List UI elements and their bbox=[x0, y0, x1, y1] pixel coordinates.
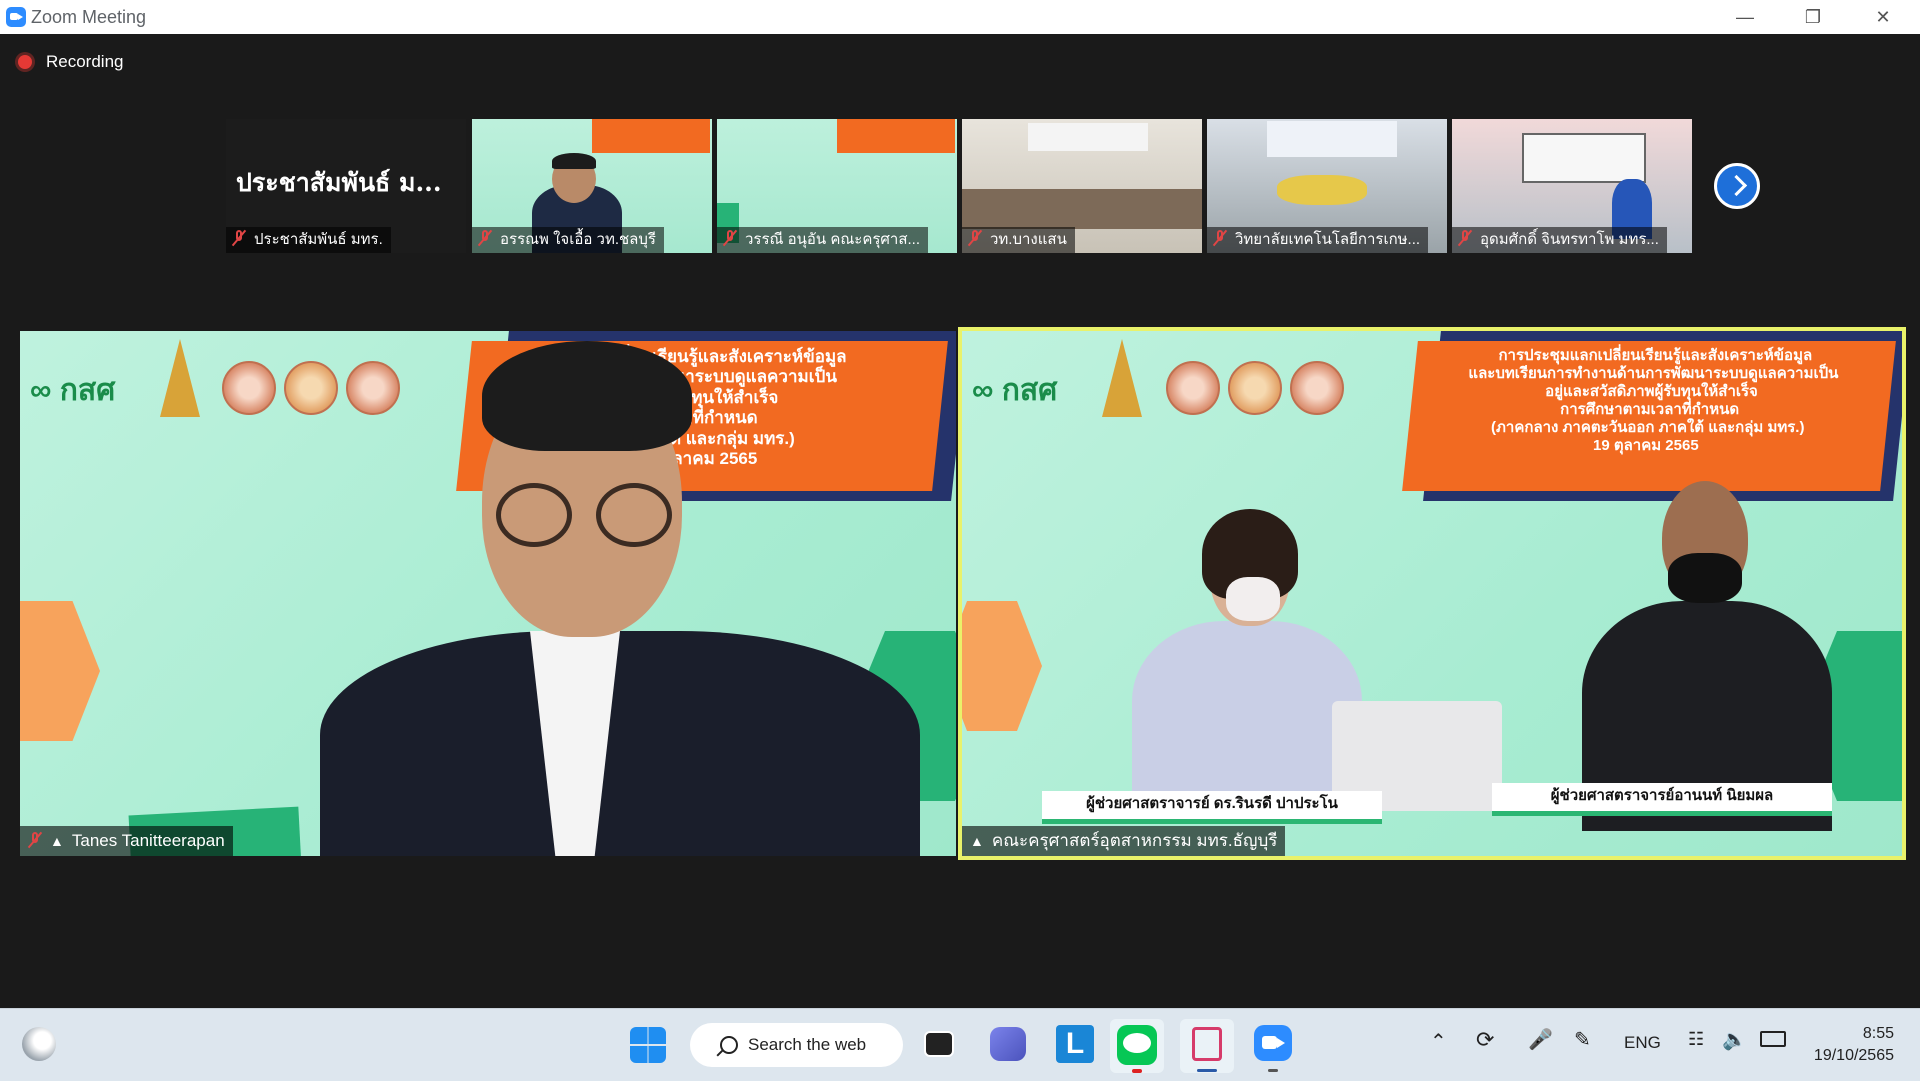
video-tile-left[interactable]: ∞ กสศ การ เปลี่ยนเรียนรู้และสังเคราะห์ข้… bbox=[20, 331, 956, 856]
battery-icon[interactable] bbox=[1760, 1031, 1786, 1047]
participant-name: คณะครุศาสตร์อุตสาหกรรม มทร.ธัญบุรี bbox=[991, 831, 1278, 850]
pen-icon[interactable]: ✎ bbox=[1574, 1027, 1591, 1052]
wifi-icon[interactable]: ☷ bbox=[1688, 1029, 1704, 1050]
participant-name: อุดมศักดิ์ จินทรทาโพ มทร... bbox=[1480, 231, 1659, 248]
seal-icon bbox=[1290, 361, 1344, 415]
clock-date: 19/10/2565 bbox=[1813, 1047, 1894, 1064]
gsf-logo: ∞ กสศ bbox=[30, 374, 116, 407]
pin-icon: ▲ bbox=[970, 833, 984, 849]
line-app-highlight bbox=[1110, 1019, 1164, 1073]
meeting-table bbox=[962, 189, 1202, 229]
emblem-icon bbox=[1102, 339, 1142, 417]
zoom-app-icon bbox=[6, 7, 26, 27]
taskbar: Search the web L ⌃ ⟳ 🎤 ✎ ENG ☷ 🔈 8:55 19… bbox=[0, 1008, 1920, 1081]
person-hair bbox=[482, 341, 692, 451]
snipping-tool-icon[interactable] bbox=[1192, 1027, 1222, 1061]
participant-thumbnail[interactable]: อุดมศักดิ์ จินทรทาโพ มทร... bbox=[1452, 119, 1692, 253]
participant-name: ประชาสัมพันธ์ มทร. bbox=[254, 231, 383, 248]
participant-name: วิทยาลัยเทคโนโลยีการเกษ... bbox=[1235, 231, 1421, 248]
window-title: Zoom Meeting bbox=[31, 7, 147, 27]
video-tile-right[interactable]: ∞ กสศ การประชุมแลกเปลี่ยนเรียนรู้และสังเ… bbox=[958, 327, 1906, 860]
orange-hexagon-shape bbox=[962, 601, 1042, 731]
speaker-name-left: ผู้ช่วยศาสตราจารย์ ดร.รินรดี ปาประโน bbox=[1042, 791, 1382, 824]
participant-display-name: ประชาสัมพันธ์ ม... bbox=[236, 168, 442, 197]
mic-muted-icon bbox=[478, 229, 492, 247]
emblem-icon bbox=[160, 339, 200, 417]
participant-thumbnail[interactable]: อรรณพ ใจเอื้อ วท.ชลบุรี bbox=[472, 119, 712, 253]
participant-label: ▲ คณะครุศาสตร์อุตสาหกรรม มทร.ธัญบุรี bbox=[962, 826, 1286, 856]
person-body bbox=[320, 631, 920, 856]
seal-icon bbox=[222, 361, 276, 415]
seal-icon bbox=[346, 361, 400, 415]
record-icon bbox=[18, 55, 32, 69]
weather-icon[interactable] bbox=[22, 1027, 56, 1061]
participant-name: วท.บางแสน bbox=[990, 231, 1067, 248]
participant-label: ▲ Tanes Tanitteerapan bbox=[20, 826, 233, 856]
participant-name: วรรณี อนุอัน คณะครุศาส... bbox=[745, 231, 921, 248]
zoom-app-icon[interactable] bbox=[1254, 1025, 1292, 1072]
wall-sign bbox=[1028, 123, 1148, 151]
clock-time: 8:55 bbox=[1862, 1025, 1894, 1042]
search-label: Search the web bbox=[748, 1035, 867, 1054]
windows-start-icon[interactable] bbox=[630, 1027, 666, 1063]
microphone-icon[interactable]: 🎤 bbox=[1528, 1027, 1553, 1052]
recording-indicator[interactable]: Recording bbox=[18, 52, 124, 72]
speaker-icon[interactable]: 🔈 bbox=[1722, 1027, 1747, 1052]
seal-icon bbox=[284, 361, 338, 415]
face-mask bbox=[1226, 577, 1280, 621]
snipping-tool-highlight bbox=[1180, 1019, 1234, 1073]
thumbnail-banner bbox=[592, 119, 710, 153]
teams-chat-icon[interactable] bbox=[990, 1027, 1026, 1061]
event-banner: การประชุมแลกเปลี่ยนเรียนรู้และสังเคราะห์… bbox=[1402, 341, 1896, 491]
participant-thumbnail[interactable]: วรรณี อนุอัน คณะครุศาส... bbox=[717, 119, 957, 253]
glasses-lens-right bbox=[596, 483, 672, 547]
mic-muted-icon bbox=[723, 229, 737, 247]
mic-muted-icon bbox=[968, 229, 982, 247]
search-icon bbox=[720, 1036, 738, 1054]
orange-hexagon-shape bbox=[20, 601, 100, 741]
participant-thumbnail[interactable]: วท.บางแสน bbox=[962, 119, 1202, 253]
projector-screen bbox=[1267, 121, 1397, 157]
recording-label: Recording bbox=[46, 52, 124, 71]
next-page-button[interactable] bbox=[1714, 163, 1760, 209]
chevron-up-icon[interactable]: ⌃ bbox=[1430, 1029, 1447, 1054]
mic-muted-icon bbox=[232, 229, 246, 247]
seal-icon bbox=[1166, 361, 1220, 415]
person-hair bbox=[552, 153, 596, 169]
minimize-button[interactable]: — bbox=[1716, 0, 1774, 34]
system-clock[interactable]: 8:55 19/10/2565 bbox=[1800, 1023, 1894, 1067]
table-flowers bbox=[1277, 175, 1367, 205]
task-view-icon[interactable] bbox=[924, 1031, 954, 1057]
l-app-icon[interactable]: L bbox=[1056, 1025, 1094, 1063]
participant-name: Tanes Tanitteerapan bbox=[71, 831, 225, 850]
pin-icon: ▲ bbox=[50, 833, 64, 849]
glasses-lens-left bbox=[496, 483, 572, 547]
language-indicator[interactable]: ENG bbox=[1624, 1033, 1661, 1053]
line-app-icon[interactable] bbox=[1117, 1025, 1157, 1065]
participant-thumbnail[interactable]: วิทยาลัยเทคโนโลยีการเกษ... bbox=[1207, 119, 1447, 253]
search-bar[interactable]: Search the web bbox=[690, 1023, 903, 1067]
mic-muted-icon bbox=[28, 831, 42, 849]
mic-muted-icon bbox=[1213, 229, 1227, 247]
speaker-name-right: ผู้ช่วยศาสตราจารย์อานนท์ นิยมผล bbox=[1492, 783, 1832, 816]
whiteboard bbox=[1522, 133, 1646, 183]
participant-thumbnail[interactable]: ประชาสัมพันธ์ ม... ประชาสัมพันธ์ มทร. bbox=[226, 119, 466, 253]
mic-muted-icon bbox=[1458, 229, 1472, 247]
close-button[interactable]: ✕ bbox=[1854, 0, 1912, 34]
seal-icon bbox=[1228, 361, 1282, 415]
thumbnail-banner bbox=[837, 119, 955, 153]
window-titlebar: Zoom Meeting — ❐ ✕ bbox=[0, 0, 1920, 34]
sync-icon[interactable]: ⟳ bbox=[1476, 1027, 1494, 1053]
participant-name: อรรณพ ใจเอื้อ วท.ชลบุรี bbox=[500, 231, 656, 248]
restore-button[interactable]: ❐ bbox=[1784, 0, 1842, 34]
face-mask bbox=[1668, 553, 1742, 603]
gsf-logo: ∞ กสศ bbox=[972, 374, 1058, 407]
